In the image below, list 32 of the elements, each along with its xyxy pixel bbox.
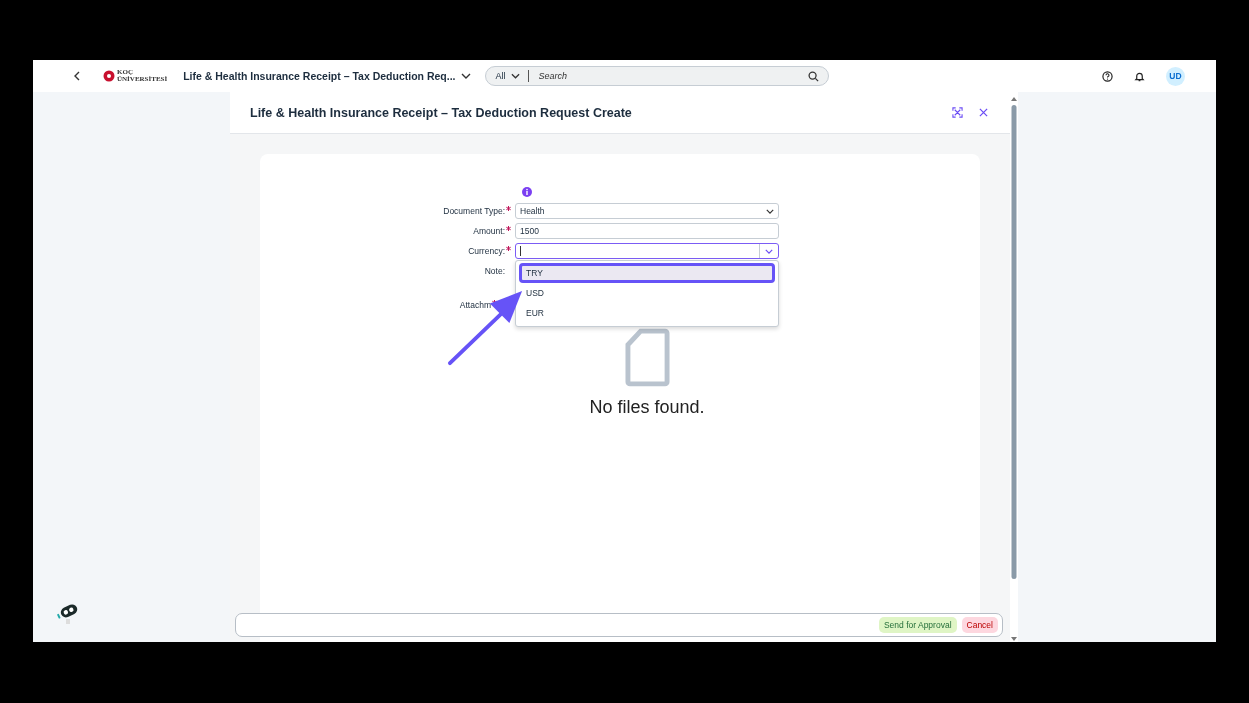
- info-icon[interactable]: [522, 187, 532, 197]
- app-title[interactable]: Life & Health Insurance Receipt – Tax Deduction Req...: [183, 70, 456, 82]
- search-field[interactable]: All Search: [485, 66, 830, 86]
- dropdown-option[interactable]: TRY: [519, 263, 775, 283]
- field-label: Document Type:: [443, 206, 505, 216]
- search-icon[interactable]: [808, 70, 820, 82]
- field-label: Currency:: [468, 246, 505, 256]
- chevron-down-icon[interactable]: [766, 208, 774, 214]
- user-avatar[interactable]: UD: [1166, 66, 1185, 86]
- back-icon[interactable]: [73, 71, 81, 81]
- expand-icon[interactable]: [952, 107, 963, 118]
- select-field[interactable]: Health: [515, 203, 779, 219]
- scrollbar[interactable]: [1010, 95, 1018, 642]
- dropdown-option[interactable]: USD: [519, 283, 775, 303]
- field-label: Note:: [484, 266, 505, 276]
- search-scope[interactable]: All: [495, 71, 506, 81]
- close-icon[interactable]: [979, 108, 988, 117]
- chevron-down-icon[interactable]: [510, 73, 520, 79]
- document-icon: [624, 328, 670, 387]
- help-icon[interactable]: [1102, 70, 1113, 82]
- cancel-button[interactable]: Cancel: [961, 617, 998, 633]
- field-label: Amount:: [473, 226, 505, 236]
- chevron-down-icon[interactable]: [461, 73, 472, 79]
- empty-state-text: No files found.: [589, 397, 705, 418]
- dropdown-option[interactable]: EUR: [519, 303, 775, 323]
- input-field[interactable]: 1500: [515, 223, 779, 239]
- send-button[interactable]: Send for Approval: [878, 617, 957, 633]
- logo-icon: [103, 70, 115, 82]
- field-label: Attachm: [459, 300, 491, 310]
- combo-field[interactable]: [515, 243, 779, 259]
- dialog-title: Life & Health Insurance Receipt – Tax Deduction Request Create: [250, 105, 632, 120]
- notification-bell-icon[interactable]: [1134, 70, 1145, 82]
